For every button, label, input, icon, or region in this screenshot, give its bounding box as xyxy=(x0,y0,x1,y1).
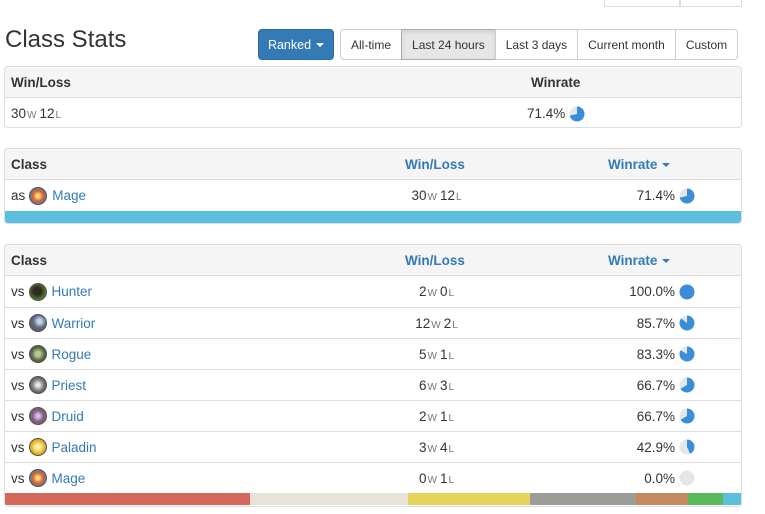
as-class-header: Class Win/Loss Winrate xyxy=(5,149,741,180)
winrate-pie-cell xyxy=(675,276,695,307)
vs-class-distribution-bar xyxy=(5,493,741,505)
winrate-pie-icon xyxy=(569,106,585,121)
winrate-heading: Winrate xyxy=(531,74,581,90)
winrate-pie-icon xyxy=(679,408,695,424)
winrate-pie-cell xyxy=(675,308,695,338)
top-tabs xyxy=(604,0,742,8)
winrate-pie-cell xyxy=(675,180,695,211)
winrate-cell: 100.0% xyxy=(629,284,675,299)
vs-class-panel: Class Win/Loss Winrate vs Hunter 2W 0L 1… xyxy=(4,244,742,507)
winrate-cell: 71.4% xyxy=(636,188,675,203)
winrate-pie-icon xyxy=(679,346,695,362)
winloss-cell: 2W 1L xyxy=(418,408,455,424)
range-last-3-days-button[interactable]: Last 3 days xyxy=(494,29,579,60)
table-row: vs Warrior 12 W 2L 85.7% xyxy=(5,307,741,338)
table-row: vs Paladin 3W 4L 42.9% xyxy=(5,431,741,462)
summary-panel: Win/Loss Winrate 30 W 12 L 71.4% xyxy=(4,66,742,128)
table-row: vs Druid 2W 1L 66.7% xyxy=(5,400,741,431)
winrate-cell: 85.7% xyxy=(636,315,675,331)
distribution-segment xyxy=(5,493,251,505)
winloss-cell: 3W 4L xyxy=(418,439,455,455)
winloss-heading: Win/Loss xyxy=(11,74,71,90)
sort-caret-icon xyxy=(662,163,671,167)
table-row: vs Rogue 5W 1L 83.3% xyxy=(5,338,741,369)
distribution-segment xyxy=(530,493,636,505)
winrate-cell: 42.9% xyxy=(636,439,675,455)
range-last-24-hours-button[interactable]: Last 24 hours xyxy=(401,29,496,60)
distribution-segment xyxy=(407,493,531,505)
winloss-cell: 0W 1L xyxy=(418,470,455,486)
winrate-pie-icon xyxy=(679,439,695,455)
winloss-cell: 30 W 12 L xyxy=(411,188,462,203)
range-custom-button[interactable]: Custom xyxy=(674,29,739,60)
range-current-month-button[interactable]: Current month xyxy=(577,29,676,60)
time-range-selector: All-time Last 24 hours Last 3 days Curre… xyxy=(340,29,739,60)
as-class-distribution-bar xyxy=(5,211,741,223)
range-all-time-button[interactable]: All-time xyxy=(340,29,403,60)
summary-winloss: 30 W 12 L xyxy=(11,106,62,121)
winloss-cell: 6W 3L xyxy=(418,377,455,393)
winrate-pie-icon xyxy=(679,284,695,299)
winrate-sort-link[interactable]: Winrate xyxy=(608,245,671,275)
vs-class-rows: vs Hunter 2W 0L 100.0% vs Warrior 12W 2 xyxy=(5,276,741,493)
table-row: vs Mage 0W 1L 0.0% xyxy=(5,462,741,493)
summary-winrate: 71.4% xyxy=(527,98,585,127)
summary-row: 30 W 12 L 71.4% xyxy=(5,98,741,127)
distribution-segment xyxy=(723,493,741,505)
table-row: as Mage 30 W 12 L 71.4% xyxy=(5,180,741,211)
winloss-sort-link[interactable]: Win/Loss xyxy=(405,149,465,179)
winrate-pie-cell xyxy=(675,370,695,400)
winrate-pie-cell xyxy=(675,432,695,462)
winrate-sort-link[interactable]: Winrate xyxy=(608,149,671,179)
top-tab-right[interactable] xyxy=(680,0,742,7)
winrate-pie-cell xyxy=(675,339,695,369)
caret-down-icon xyxy=(316,42,325,47)
distribution-segment xyxy=(5,211,741,223)
winrate-cell: 0.0% xyxy=(644,470,675,486)
winloss-cell: 12 W 2L xyxy=(415,315,458,331)
summary-header: Win/Loss Winrate xyxy=(5,67,741,98)
winloss-cell: 5W 1L xyxy=(418,346,455,362)
winrate-pie-icon xyxy=(679,315,695,331)
as-class-panel: Class Win/Loss Winrate as Mage 30 W 12 L 7… xyxy=(4,148,742,224)
top-tab-left[interactable] xyxy=(604,0,680,7)
mode-dropdown-button[interactable]: Ranked xyxy=(258,29,334,60)
distribution-segment xyxy=(687,493,724,505)
winrate-pie-cell xyxy=(675,463,695,493)
class-heading: Class xyxy=(11,252,48,268)
table-row: vs Priest 6W 3L 66.7% xyxy=(5,369,741,400)
class-heading: Class xyxy=(11,156,48,172)
page-title: Class Stats xyxy=(5,26,127,53)
winrate-pie-icon xyxy=(679,470,695,486)
winloss-sort-link[interactable]: Win/Loss xyxy=(405,245,465,275)
winrate-cell: 83.3% xyxy=(636,346,675,362)
table-row: vs Hunter 2W 0L 100.0% xyxy=(5,276,741,307)
sort-caret-icon xyxy=(662,259,671,263)
winrate-pie-icon xyxy=(679,377,695,393)
winrate-pie-icon xyxy=(679,188,695,203)
distribution-segment xyxy=(250,493,408,505)
distribution-segment xyxy=(635,493,688,505)
winrate-cell: 66.7% xyxy=(636,408,675,424)
vs-class-header: Class Win/Loss Winrate xyxy=(5,245,741,276)
winrate-pie-cell xyxy=(675,401,695,431)
winrate-cell: 66.7% xyxy=(636,377,675,393)
mode-label: Ranked xyxy=(267,37,312,52)
as-class-rows: as Mage 30 W 12 L 71.4% xyxy=(5,180,741,211)
